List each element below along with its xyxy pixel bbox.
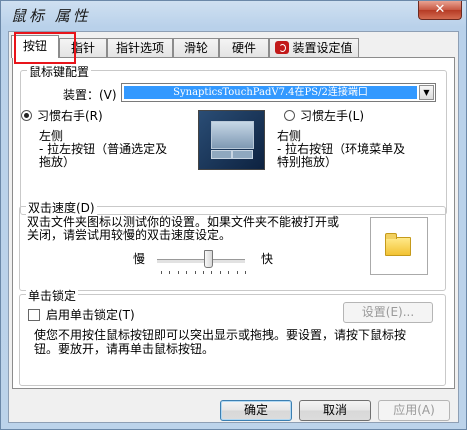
tab-pointer-options-label: 指针选项 [115, 41, 164, 55]
speed-slider-thumb[interactable] [204, 250, 214, 268]
tab-wheel-label: 滑轮 [183, 41, 208, 55]
left-handed-radio[interactable] [284, 110, 295, 121]
tab-hardware-label: 硬件 [231, 41, 256, 55]
annotation-highlight-box [14, 32, 76, 64]
device-select[interactable]: SynapticsTouchPadV7.4在PS/2连接端口 ▼ [121, 83, 436, 102]
left-desc-line2: 拖放） [39, 155, 76, 169]
click-lock-desc-line2: 钮。要放开，请再单击鼠标按钮。 [34, 342, 215, 356]
tab-strip: 按钮 指针 指针选项 滑轮 硬件 装置设定值 [9, 32, 458, 58]
slider-tick [236, 271, 238, 274]
dialog-client-area: 按钮 指针 指针选项 滑轮 硬件 装置设定值 鼠标键配置 装置：(V) Syna… [8, 31, 459, 423]
chevron-down-icon[interactable]: ▼ [419, 85, 434, 100]
window-title: 鼠标 属性 [11, 7, 91, 25]
slider-tick [177, 271, 179, 274]
apply-button[interactable]: 应用(A) [378, 400, 450, 421]
tab-pointer-options[interactable]: 指针选项 [107, 38, 173, 57]
slider-tick [211, 271, 213, 274]
tab-hardware[interactable]: 硬件 [219, 38, 269, 57]
device-label: 装置：(V) [63, 88, 117, 102]
slider-tick [228, 271, 230, 274]
folder-icon[interactable] [385, 233, 411, 256]
slider-tick [194, 271, 196, 274]
slider-tick [245, 271, 246, 274]
cancel-button[interactable]: 取消 [299, 400, 371, 421]
mouse-properties-window: 鼠标 属性 ✕ 按钮 指针 指针选项 滑轮 硬件 装置设定值 鼠标键配置 装置：… [0, 0, 467, 430]
speed-slider-ticks [161, 271, 247, 275]
slider-tick [203, 271, 204, 274]
left-handed-label[interactable]: 习惯左手(L) [300, 107, 364, 124]
enable-click-lock-label[interactable]: 启用单击锁定(T) [46, 306, 135, 323]
close-button[interactable]: ✕ [418, 1, 462, 20]
ok-button[interactable]: 确定 [220, 400, 292, 421]
slider-tick [161, 271, 162, 274]
speed-slider-track[interactable] [157, 259, 245, 264]
click-lock-settings-button[interactable]: 设置(E)... [343, 302, 433, 323]
slider-tick [169, 271, 171, 274]
slider-tick [219, 271, 221, 274]
mouse-key-config-label: 鼠标键配置 [27, 63, 92, 80]
tab-wheel[interactable]: 滑轮 [173, 38, 219, 57]
tab-device-settings[interactable]: 装置设定值 [269, 38, 359, 57]
enable-click-lock-checkbox[interactable] [28, 309, 40, 321]
tab-device-settings-label: 装置设定值 [292, 41, 353, 55]
click-lock-label: 单击锁定 [26, 287, 79, 304]
right-handed-label[interactable]: 习惯右手(R) [37, 107, 103, 124]
right-handed-radio[interactable] [21, 110, 32, 121]
test-folder-box[interactable] [370, 217, 428, 275]
right-desc-line2: 特别拖放） [277, 155, 338, 169]
title-bar[interactable]: 鼠标 属性 ✕ [1, 1, 467, 31]
fast-label: 快 [261, 252, 274, 266]
synaptics-icon [275, 41, 290, 54]
slow-label: 慢 [133, 252, 146, 266]
double-click-desc-line2: 关闭，请尝试用较慢的双击速度设定。 [27, 228, 232, 242]
touchpad-illustration [198, 110, 265, 170]
slider-tick [186, 271, 188, 274]
device-select-value: SynapticsTouchPadV7.4在PS/2连接端口 [124, 86, 417, 99]
